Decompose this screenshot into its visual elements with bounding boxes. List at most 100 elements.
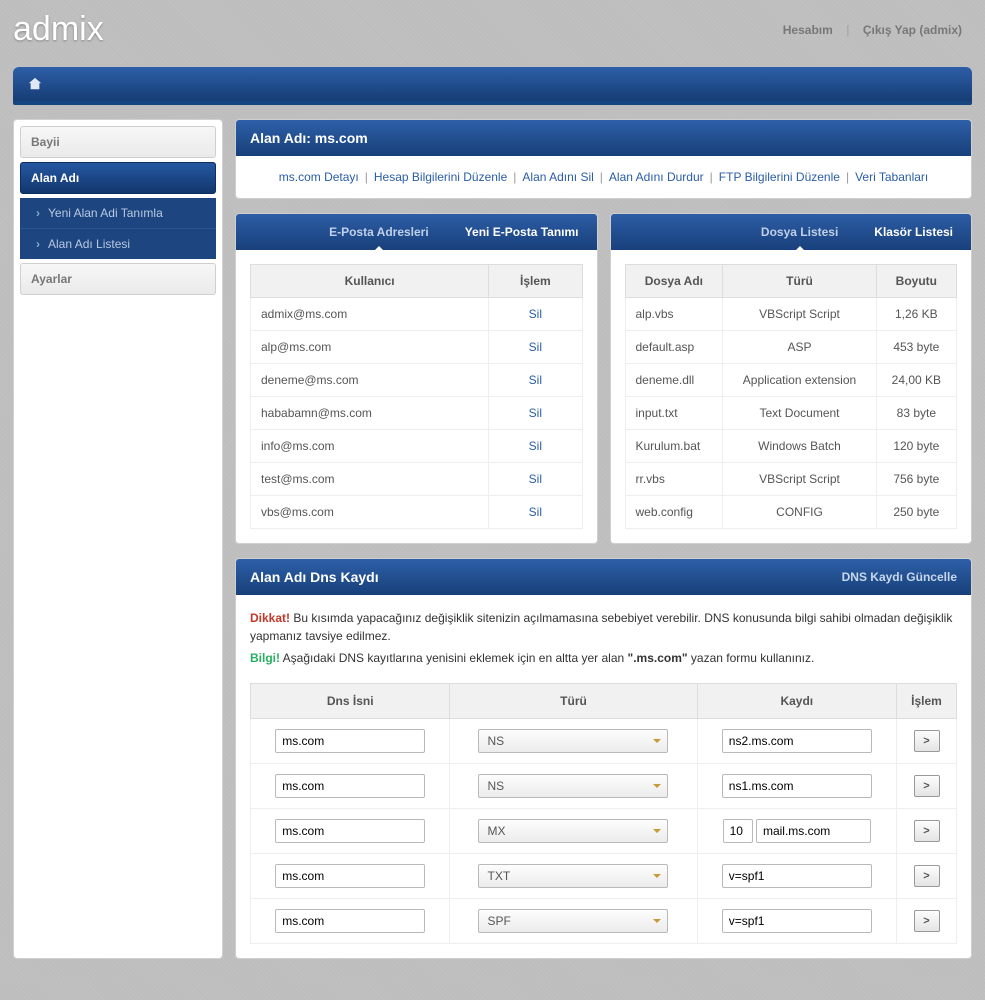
email-cell: alp@ms.com: [251, 331, 489, 364]
logout-link[interactable]: Çıkış Yap (admix): [853, 23, 972, 37]
col-header: Kaydı: [697, 684, 896, 719]
dns-submit-button[interactable]: >: [914, 865, 940, 887]
delete-link[interactable]: Sil: [529, 340, 542, 354]
dns-update-link[interactable]: DNS Kaydı Güncelle: [842, 570, 957, 584]
chevron-down-icon: [653, 919, 661, 927]
tab[interactable]: Dosya Listesi: [743, 214, 856, 250]
chevron-down-icon: [653, 739, 661, 747]
dns-type-select[interactable]: MX: [478, 819, 668, 843]
dns-title: Alan Adı Dns Kaydı: [250, 569, 379, 585]
dns-row: TXT >: [251, 854, 957, 899]
domain-link[interactable]: Alan Adını Sil: [522, 170, 593, 184]
email-cell: test@ms.com: [251, 463, 489, 496]
dns-submit-button[interactable]: >: [914, 820, 940, 842]
table-row: alp.vbsVBScript Script1,26 KB: [625, 298, 957, 331]
dns-table: Dns İsniTürüKaydıİşlemNS>NS>MX >TXT>SPF>: [250, 683, 957, 944]
dns-name-input[interactable]: [275, 819, 425, 843]
dns-type-select[interactable]: TXT: [478, 864, 668, 888]
col-header: Türü: [723, 265, 876, 298]
file-type: CONFIG: [723, 496, 876, 529]
file-type: Text Document: [723, 397, 876, 430]
sidebar-section[interactable]: Bayii: [20, 126, 216, 158]
delete-link[interactable]: Sil: [529, 505, 542, 519]
domain-link[interactable]: FTP Bilgilerini Düzenle: [719, 170, 840, 184]
tab[interactable]: Klasör Listesi: [856, 214, 971, 250]
domain-link[interactable]: Alan Adını Durdur: [609, 170, 704, 184]
sidebar-item[interactable]: Alan Adı Listesi: [20, 229, 216, 259]
dns-warning: Dikkat! Bu kısımda yapacağınız değişikli…: [250, 609, 957, 645]
table-row: admix@ms.comSil: [251, 298, 583, 331]
files-panel: Dosya ListesiKlasör Listesi Dosya AdıTür…: [610, 213, 973, 544]
file-name: web.config: [625, 496, 723, 529]
dns-submit-button[interactable]: >: [914, 730, 940, 752]
file-size: 453 byte: [876, 331, 956, 364]
domain-link[interactable]: ms.com Detayı: [279, 170, 359, 184]
file-size: 120 byte: [876, 430, 956, 463]
sidebar-section[interactable]: Alan Adı: [20, 162, 216, 194]
file-type: VBScript Script: [723, 298, 876, 331]
file-type: VBScript Script: [723, 463, 876, 496]
sidebar-section[interactable]: Ayarlar: [20, 263, 216, 295]
email-cell: hababamn@ms.com: [251, 397, 489, 430]
file-name: alp.vbs: [625, 298, 723, 331]
file-size: 250 byte: [876, 496, 956, 529]
topbar: admix Hesabım | Çıkış Yap (admix): [13, 0, 972, 67]
chevron-down-icon: [653, 829, 661, 837]
delete-link[interactable]: Sil: [529, 472, 542, 486]
table-row: alp@ms.com Sil: [251, 331, 583, 364]
navbar: [13, 67, 972, 105]
dns-name-input[interactable]: [275, 864, 425, 888]
dns-type-select[interactable]: NS: [478, 774, 668, 798]
dns-value-input[interactable]: [722, 774, 872, 798]
dns-submit-button[interactable]: >: [914, 775, 940, 797]
dns-value-input[interactable]: [756, 819, 871, 843]
chevron-down-icon: [653, 874, 661, 882]
table-row: web.configCONFIG250 byte: [625, 496, 957, 529]
email-tabs: E-Posta AdresleriYeni E-Posta Tanımı: [236, 214, 597, 250]
dns-name-input[interactable]: [275, 729, 425, 753]
dns-type-select[interactable]: NS: [478, 729, 668, 753]
email-cell: vbs@ms.com: [251, 496, 489, 529]
tab[interactable]: E-Posta Adresleri: [311, 214, 447, 250]
chevron-down-icon: [653, 784, 661, 792]
dns-submit-button[interactable]: >: [914, 910, 940, 932]
top-links: Hesabım | Çıkış Yap (admix): [773, 23, 972, 37]
dns-name-input[interactable]: [275, 774, 425, 798]
delete-link[interactable]: Sil: [529, 406, 542, 420]
file-name: deneme.dll: [625, 364, 723, 397]
dns-panel: Alan Adı Dns Kaydı DNS Kaydı Güncelle Di…: [235, 558, 972, 959]
account-link[interactable]: Hesabım: [773, 23, 843, 37]
delete-link[interactable]: Sil: [529, 373, 542, 387]
file-name: rr.vbs: [625, 463, 723, 496]
file-type: Application extension: [723, 364, 876, 397]
dns-value-input[interactable]: [722, 864, 872, 888]
domain-link[interactable]: Veri Tabanları: [855, 170, 928, 184]
table-row: vbs@ms.com Sil: [251, 496, 583, 529]
col-header: İşlem: [897, 684, 957, 719]
table-row: Kurulum.batWindows Batch120 byte: [625, 430, 957, 463]
email-panel: E-Posta AdresleriYeni E-Posta Tanımı Kul…: [235, 213, 598, 544]
email-cell: deneme@ms.com: [251, 364, 489, 397]
domain-link[interactable]: Hesap Bilgilerini Düzenle: [374, 170, 507, 184]
file-name: input.txt: [625, 397, 723, 430]
sidebar-item[interactable]: Yeni Alan Adi Tanımla: [20, 198, 216, 229]
separator: |: [846, 23, 849, 37]
dns-type-select[interactable]: SPF: [478, 909, 668, 933]
table-row: test@ms.com Sil: [251, 463, 583, 496]
tab[interactable]: Yeni E-Posta Tanımı: [447, 214, 597, 250]
email-cell: info@ms.com: [251, 430, 489, 463]
home-icon[interactable]: [21, 72, 49, 96]
delete-link[interactable]: Sil: [529, 307, 542, 321]
file-size: 83 byte: [876, 397, 956, 430]
table-row: hababamn@ms.com Sil: [251, 397, 583, 430]
dns-prio-input[interactable]: [723, 819, 753, 843]
dns-value-input[interactable]: [722, 909, 872, 933]
dns-name-input[interactable]: [275, 909, 425, 933]
table-row: default.aspASP453 byte: [625, 331, 957, 364]
dns-row: NS >: [251, 764, 957, 809]
domain-panel: Alan Adı: ms.com ms.com Detayı|Hesap Bil…: [235, 119, 972, 199]
delete-link[interactable]: Sil: [529, 439, 542, 453]
col-header: Dosya Adı: [625, 265, 723, 298]
dns-info: Bilgi! Aşağıdaki DNS kayıtlarına yenisin…: [250, 649, 957, 667]
dns-value-input[interactable]: [722, 729, 872, 753]
